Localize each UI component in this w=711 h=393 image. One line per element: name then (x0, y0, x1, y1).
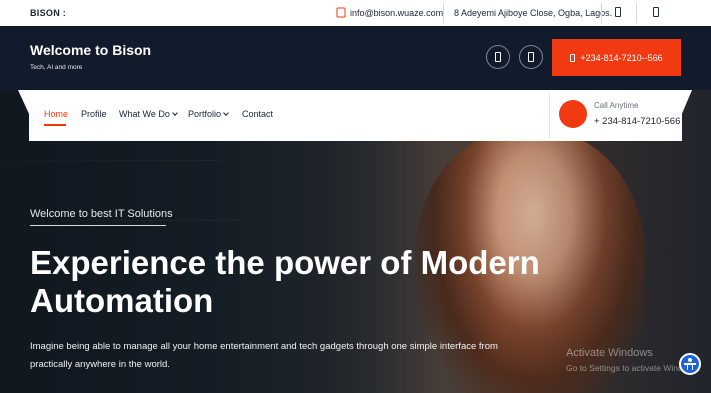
phone-icon (570, 53, 576, 62)
nav-item-home[interactable]: Home (44, 109, 68, 119)
accessibility-icon (688, 358, 692, 362)
call-button-label: +234-814-7210--566 (580, 52, 663, 63)
nav-item-contact[interactable]: Contact (242, 109, 273, 119)
top-bar: BISON : info@bison.wuaze.com 8 Adeyemi A… (0, 0, 711, 26)
topbar-brand: BISON : (30, 8, 67, 18)
main-nav: Home Profile What We Do Portfolio Contac… (29, 90, 682, 141)
chevron-down-icon (172, 110, 178, 116)
call-button[interactable]: +234-814-7210--566 (552, 39, 681, 76)
phone-icon (528, 52, 534, 62)
topbar-email[interactable]: info@bison.wuaze.com (350, 8, 443, 18)
social-icon[interactable] (615, 7, 621, 17)
topbar-divider (443, 3, 444, 23)
activate-windows-title: Activate Windows (566, 347, 653, 359)
social-icon[interactable] (653, 7, 659, 17)
nav-item-label: What We Do (119, 109, 170, 119)
nav-divider (549, 94, 550, 138)
phone-icon (495, 52, 501, 62)
call-anytime-number[interactable]: + 234-814-7210-566 (594, 116, 680, 127)
nav-active-indicator (44, 124, 66, 126)
nav-item-label: Portfolio (188, 109, 222, 119)
call-anytime-label: Call Anytime (594, 101, 639, 110)
hero-headline: Experience the power of Modern Automatio… (30, 244, 540, 319)
topbar-divider (601, 3, 602, 23)
envelope-icon (336, 7, 346, 18)
site-title[interactable]: Welcome to Bison (30, 42, 151, 58)
accessibility-button[interactable] (679, 353, 701, 375)
hero-description: Imagine being able to manage all your ho… (30, 341, 498, 370)
chevron-down-icon (223, 110, 229, 116)
site-header: Welcome to Bison Tech, AI and more +234-… (0, 26, 711, 90)
phone-circle-button[interactable] (519, 45, 543, 69)
nav-item-what-we-do[interactable]: What We Do (119, 109, 178, 119)
hero-subtitle: Welcome to best IT Solutions (30, 208, 173, 220)
topbar-divider (636, 3, 637, 23)
topbar-address: 8 Adeyemi Ajiboye Close, Ogba, Lagos. (454, 8, 613, 18)
phone-circle-button[interactable] (486, 45, 510, 69)
call-icon (559, 100, 587, 128)
site-tagline: Tech, AI and more (30, 64, 83, 71)
hero-subtitle-underline (30, 225, 166, 226)
accessibility-icon (687, 364, 693, 370)
nav-item-portfolio[interactable]: Portfolio (188, 109, 229, 119)
nav-item-profile[interactable]: Profile (81, 109, 107, 119)
